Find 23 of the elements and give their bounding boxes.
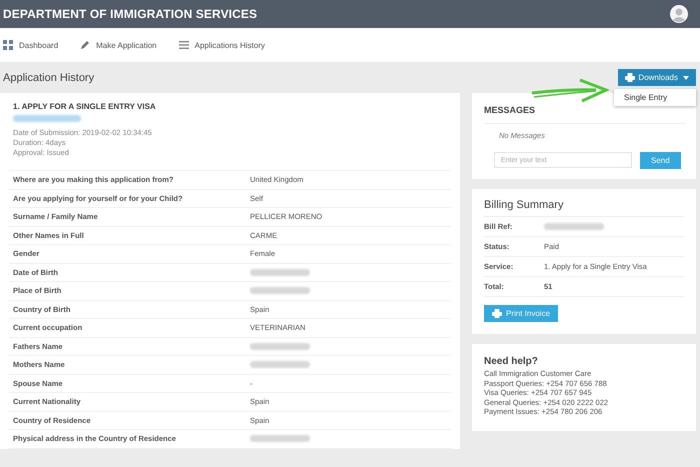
nav-link[interactable]: Dashboard xyxy=(3,40,58,50)
caret-icon xyxy=(683,76,689,80)
redacted-value xyxy=(250,287,310,294)
redacted-value xyxy=(544,223,604,230)
menu-item[interactable]: Single Entry xyxy=(614,92,696,103)
pencil-icon xyxy=(80,40,90,50)
redacted-value xyxy=(250,361,310,368)
redacted-value xyxy=(250,435,310,442)
list-icon xyxy=(178,40,189,50)
dashboard-icon xyxy=(3,40,13,50)
app-title: DEPARTMENT OF IMMIGRATION SERVICES xyxy=(3,7,258,21)
page-title: Application History xyxy=(3,72,94,84)
downloads-button[interactable]: Downloads xyxy=(618,69,696,86)
redacted-value xyxy=(250,342,310,350)
application-title: 1. APPLY FOR A SINGLE ENTRY VISA xyxy=(13,102,157,111)
nav-link[interactable]: Applications History xyxy=(178,40,265,50)
redacted-reference xyxy=(13,115,81,122)
card-title: MESSAGES xyxy=(484,105,686,124)
card-title: Billing Summary xyxy=(484,199,684,217)
card-title: Need help? xyxy=(484,356,539,367)
avatar-icon xyxy=(670,5,688,23)
redacted-value xyxy=(250,268,310,276)
nav-link[interactable]: Make Application xyxy=(80,40,157,50)
